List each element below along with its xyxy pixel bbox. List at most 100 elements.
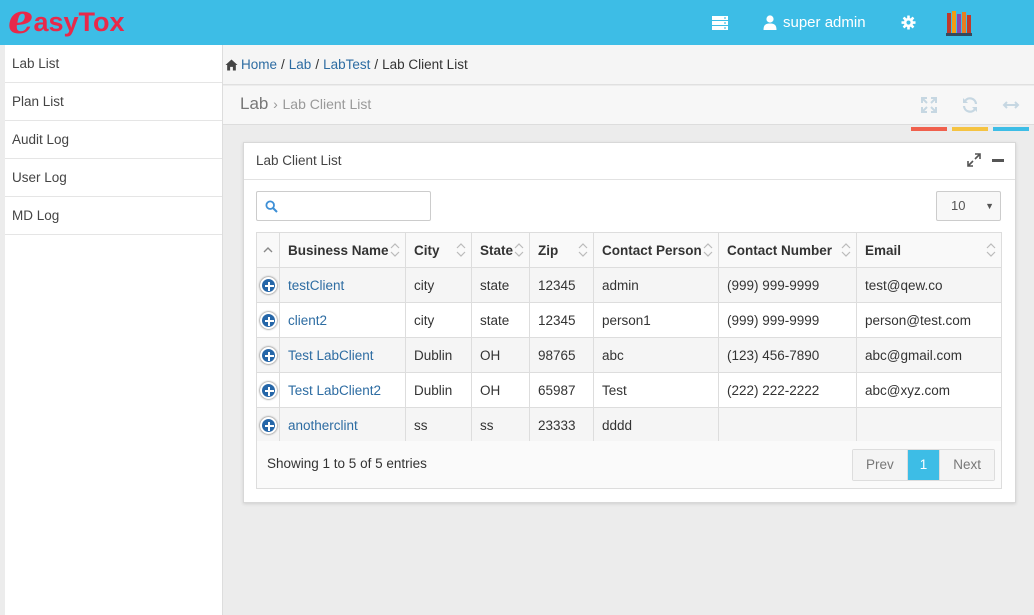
arrows-horizontal-icon xyxy=(1002,101,1020,109)
page-1-button[interactable]: 1 xyxy=(907,450,941,480)
business-name-cell: client2 xyxy=(279,302,406,338)
search-icon xyxy=(265,200,278,213)
plus-circle-icon[interactable] xyxy=(259,381,277,399)
sort-icon xyxy=(703,242,713,261)
email-cell: abc@gmail.com xyxy=(856,337,1002,373)
sidebar-item-audit-log[interactable]: Audit Log xyxy=(5,121,222,159)
contact-number-cell: (999) 999-9999 xyxy=(718,302,857,338)
zip-cell: 98765 xyxy=(529,337,594,373)
sidebar-item-user-log[interactable]: User Log xyxy=(5,159,222,197)
table-header-row: Business Name City State Zip Contact Per… xyxy=(256,232,1002,268)
sort-icon xyxy=(986,242,996,261)
row-expand-cell[interactable] xyxy=(256,337,280,373)
next-page-button[interactable]: Next xyxy=(940,450,994,480)
state-cell: OH xyxy=(471,337,530,373)
row-expand-cell[interactable] xyxy=(256,267,280,303)
user-icon xyxy=(763,15,777,30)
business-name-link[interactable]: client2 xyxy=(288,313,327,328)
sort-icon xyxy=(514,242,524,261)
breadcrumb-lab[interactable]: Lab xyxy=(289,57,312,72)
breadcrumb-home[interactable]: Home xyxy=(241,57,277,72)
column-header-state[interactable]: State xyxy=(471,232,530,268)
plus-circle-icon[interactable] xyxy=(259,276,277,294)
page-title: Lab › Lab Client List xyxy=(240,94,372,113)
business-name-link[interactable]: Test LabClient xyxy=(288,348,374,363)
business-name-cell: Test LabClient2 xyxy=(279,372,406,408)
contact-person-cell: person1 xyxy=(593,302,719,338)
breadcrumb-current: Lab Client List xyxy=(382,57,468,72)
fullscreen-icon[interactable] xyxy=(967,153,981,167)
contact-person-cell: dddd xyxy=(593,407,719,443)
refresh-icon xyxy=(962,97,978,113)
column-header-zip[interactable]: Zip xyxy=(529,232,594,268)
page-title-arrow: › xyxy=(273,96,278,112)
table-row: testClient city state 12345 admin (999) … xyxy=(256,267,1002,303)
business-name-cell: Test LabClient xyxy=(279,337,406,373)
page-length-value: 10 xyxy=(951,198,966,213)
city-cell: ss xyxy=(405,407,472,443)
state-cell: state xyxy=(471,302,530,338)
panel-title: Lab Client List xyxy=(256,153,342,168)
sort-up-icon xyxy=(263,246,273,252)
column-header-contact-person[interactable]: Contact Person xyxy=(593,232,719,268)
column-header-city[interactable]: City xyxy=(405,232,472,268)
search-input[interactable] xyxy=(283,192,423,220)
business-name-cell: anotherclint xyxy=(279,407,406,443)
column-header-email[interactable]: Email xyxy=(856,232,1002,268)
caret-down-icon: ▼ xyxy=(985,201,994,211)
page-length-select[interactable]: 10 ▼ xyxy=(936,191,1001,221)
column-header-control[interactable] xyxy=(256,232,280,268)
table-row: client2 city state 12345 person1 (999) 9… xyxy=(256,302,1002,338)
plus-circle-icon[interactable] xyxy=(259,416,277,434)
contact-person-cell: admin xyxy=(593,267,719,303)
business-name-cell: testClient xyxy=(279,267,406,303)
refresh-button[interactable] xyxy=(952,86,988,131)
minimize-icon[interactable] xyxy=(991,153,1005,167)
sidebar-item-lab-list[interactable]: Lab List xyxy=(5,45,222,83)
expand-button[interactable] xyxy=(911,86,947,131)
server-icon[interactable] xyxy=(711,0,729,45)
city-cell: Dublin xyxy=(405,372,472,408)
email-cell: person@test.com xyxy=(856,302,1002,338)
prev-page-button[interactable]: Prev xyxy=(852,450,908,480)
panel-header: Lab Client List xyxy=(244,143,1015,180)
breadcrumb-separator: / xyxy=(374,57,379,72)
plus-circle-icon[interactable] xyxy=(259,346,277,364)
column-header-contact-number[interactable]: Contact Number xyxy=(718,232,857,268)
pagination: Prev 1 Next xyxy=(851,449,995,481)
sort-icon xyxy=(456,242,466,261)
city-cell: city xyxy=(405,267,472,303)
table-footer: Showing 1 to 5 of 5 entries Prev 1 Next xyxy=(256,441,1002,489)
state-cell: ss xyxy=(471,407,530,443)
resize-button[interactable] xyxy=(993,86,1029,131)
row-expand-cell[interactable] xyxy=(256,302,280,338)
business-name-link[interactable]: testClient xyxy=(288,278,344,293)
row-expand-cell[interactable] xyxy=(256,407,280,443)
plus-circle-icon[interactable] xyxy=(259,311,277,329)
breadcrumb-labtest[interactable]: LabTest xyxy=(323,57,370,72)
table-row: anotherclint ss ss 23333 dddd xyxy=(256,407,1002,443)
contact-number-cell: (222) 222-2222 xyxy=(718,372,857,408)
gear-icon[interactable] xyxy=(901,0,916,45)
business-name-link[interactable]: anotherclint xyxy=(288,418,358,433)
sidebar-item-plan-list[interactable]: Plan List xyxy=(5,83,222,121)
contact-number-cell: (123) 456-7890 xyxy=(718,337,857,373)
row-expand-cell[interactable] xyxy=(256,372,280,408)
search-box[interactable] xyxy=(256,191,431,221)
user-menu[interactable]: super admin xyxy=(763,0,866,45)
zip-cell: 23333 xyxy=(529,407,594,443)
sidebar-item-md-log[interactable]: MD Log xyxy=(5,197,222,235)
books-icon[interactable] xyxy=(946,0,972,45)
zip-cell: 12345 xyxy=(529,302,594,338)
home-icon xyxy=(225,58,238,71)
column-header-business-name[interactable]: Business Name xyxy=(279,232,406,268)
email-cell: abc@xyz.com xyxy=(856,372,1002,408)
contact-person-cell: abc xyxy=(593,337,719,373)
app-logo[interactable]: e asyTox xyxy=(8,0,125,42)
zip-cell: 65987 xyxy=(529,372,594,408)
business-name-link[interactable]: Test LabClient2 xyxy=(288,383,381,398)
table-row: Test LabClient Dublin OH 98765 abc (123)… xyxy=(256,337,1002,373)
sort-icon xyxy=(841,242,851,261)
contact-person-cell: Test xyxy=(593,372,719,408)
city-cell: city xyxy=(405,302,472,338)
